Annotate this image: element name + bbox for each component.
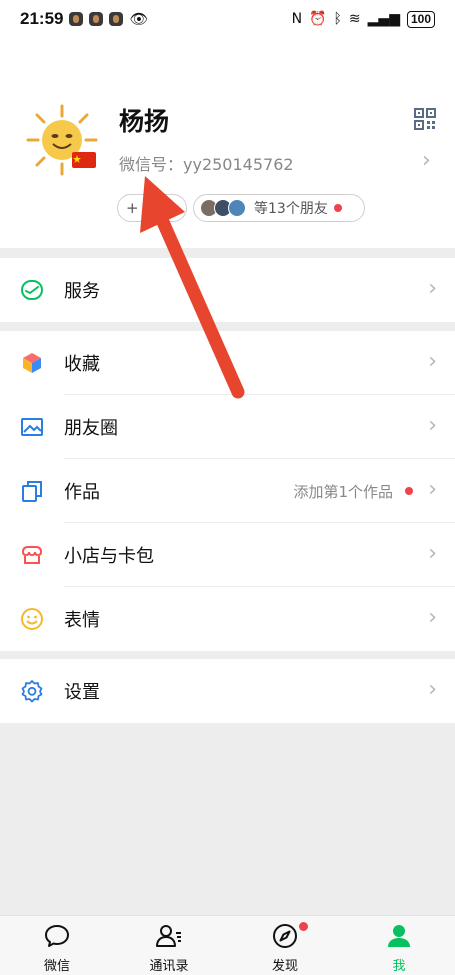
notification-app-icon <box>89 12 104 26</box>
alarm-icon: ⏰ <box>309 11 327 27</box>
notification-app-icon <box>109 12 124 26</box>
menu-item-shop[interactable]: 小店与卡包 › <box>0 523 455 587</box>
qr-code-icon[interactable] <box>414 108 436 130</box>
menu-item-favorites[interactable]: 收藏 › <box>0 331 455 395</box>
tab-label: 通讯录 <box>149 959 189 974</box>
smiley-icon <box>21 608 43 630</box>
wifi-icon: ≋ <box>348 11 361 27</box>
tab-discover[interactable]: 发现 <box>240 916 330 975</box>
unread-dot <box>333 204 342 212</box>
person-icon <box>388 925 410 947</box>
menu-label: 小店与卡包 <box>64 546 154 567</box>
shop-icon <box>21 546 43 564</box>
status-icons: N ⏰ ᛒ ≋ ▂▄▆ 100 <box>291 10 435 28</box>
nfc-icon: N <box>291 11 303 27</box>
tab-chats[interactable]: 微信 <box>12 916 102 975</box>
chevron-right-icon: › <box>428 349 437 374</box>
chevron-right-icon: › <box>428 413 437 438</box>
tab-me[interactable]: 我 <box>354 916 444 975</box>
chevron-right-icon: › <box>428 541 437 566</box>
add-status-button[interactable]: + 状 <box>117 194 187 222</box>
gear-icon <box>21 680 43 703</box>
eye-icon: 👁 <box>129 10 149 28</box>
chevron-right-icon: › <box>428 605 437 630</box>
status-bar: 21:59 👁 N ⏰ ᛒ ≋ ▂▄▆ 100 <box>0 0 455 38</box>
chevron-right-icon: › <box>428 276 437 301</box>
friends-status-chip[interactable]: 等13个朋友 <box>193 194 365 222</box>
tab-label: 我 <box>392 959 406 974</box>
menu-label: 朋友圈 <box>64 418 118 439</box>
tab-label: 发现 <box>271 959 298 974</box>
menu-label: 设置 <box>64 682 100 703</box>
compass-icon <box>273 924 297 948</box>
chat-bubble-icon <box>45 925 69 947</box>
menu-label: 收藏 <box>64 354 100 375</box>
menu-item-stickers[interactable]: 表情 › <box>0 587 455 651</box>
contacts-icon <box>156 925 181 947</box>
profile-header[interactable]: 杨扬 微信号：yy250145762 › + 状 等13个朋友 <box>0 38 455 248</box>
menu-item-services[interactable]: 服务 › <box>0 258 455 322</box>
tab-label: 微信 <box>43 959 70 974</box>
notification-dot <box>299 922 308 931</box>
notification-app-icon <box>69 12 84 26</box>
chevron-right-icon: › <box>428 477 437 502</box>
friend-avatar <box>228 199 246 217</box>
picture-icon <box>21 418 43 436</box>
battery-icon: 100 <box>406 10 435 28</box>
bottom-tab-bar: 微信 通讯录 发现 我 <box>0 915 455 975</box>
status-time: 21:59 <box>20 9 64 28</box>
wechat-id: 微信号：yy250145762 <box>119 155 294 174</box>
menu-item-works[interactable]: 作品 添加第1个作品 › <box>0 459 455 523</box>
main-menu-group: 收藏 › 朋友圈 › 作品 添加第1个作品 › 小店与卡包 › 表情 › <box>0 331 455 651</box>
chevron-right-icon: › <box>428 677 437 702</box>
works-hint: 添加第1个作品 <box>293 482 393 501</box>
tab-contacts[interactable]: 通讯录 <box>124 916 214 975</box>
menu-item-moments[interactable]: 朋友圈 › <box>0 395 455 459</box>
services-icon <box>21 280 43 300</box>
menu-item-settings[interactable]: 设置 › <box>0 659 455 723</box>
unread-dot <box>405 487 413 495</box>
menu-label: 作品 <box>64 482 100 503</box>
bluetooth-icon: ᛒ <box>333 11 342 27</box>
works-icon <box>22 481 42 502</box>
avatar[interactable] <box>24 102 100 178</box>
settings-group: 设置 › <box>0 659 455 723</box>
menu-label: 表情 <box>64 610 100 631</box>
chevron-right-icon: › <box>422 148 431 173</box>
menu-label: 服务 <box>64 281 100 302</box>
cube-icon <box>23 353 41 373</box>
friends-chip-label: 等13个朋友 <box>254 201 328 217</box>
signal-icon: ▂▄▆ <box>367 11 400 27</box>
nickname: 杨扬 <box>119 107 170 136</box>
services-group: 服务 › <box>0 258 455 322</box>
